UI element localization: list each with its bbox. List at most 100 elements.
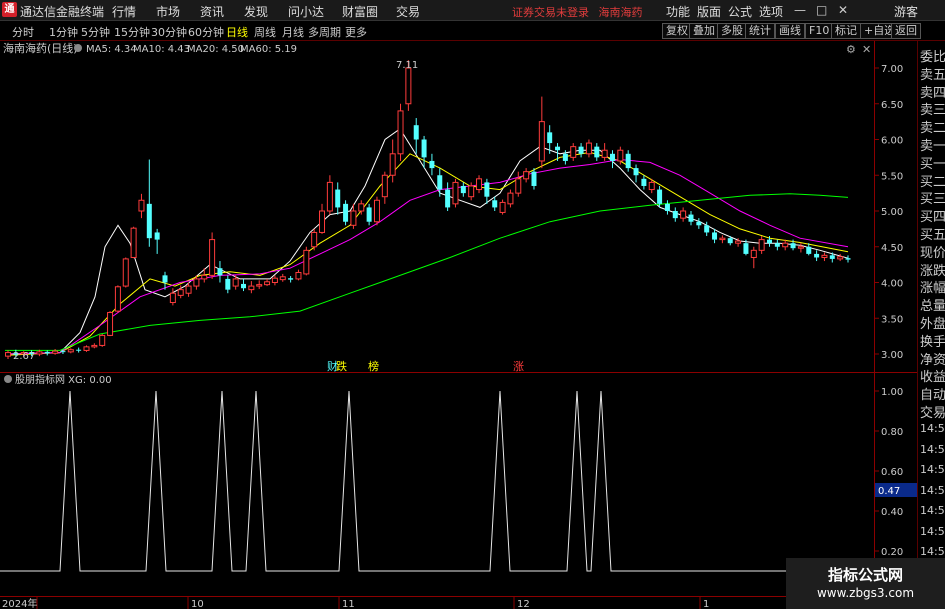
- quote-field-5: 卖一: [920, 139, 945, 154]
- period-multi[interactable]: 多周期: [308, 24, 341, 40]
- menu-wealth[interactable]: 财富圈: [342, 3, 378, 20]
- y-tick-label: 3.00: [881, 350, 903, 361]
- candle: [389, 139, 396, 183]
- quote-field-17: 净资: [920, 352, 945, 368]
- candle: [366, 203, 372, 226]
- menu-discover[interactable]: 发现: [244, 3, 268, 20]
- marker-fall[interactable]: 跌: [336, 359, 347, 373]
- menu-ask[interactable]: 问小达: [288, 3, 324, 20]
- period-tick[interactable]: 分时: [12, 24, 34, 40]
- maximize-icon[interactable]: □: [816, 3, 827, 17]
- candle: [5, 350, 11, 360]
- candle: [601, 143, 608, 161]
- candle: [373, 196, 380, 226]
- candle: [225, 275, 231, 294]
- menu-function[interactable]: 功能: [666, 3, 690, 20]
- stock-label: 海南海药(日线): [3, 41, 78, 55]
- period-5min[interactable]: 5分钟: [81, 24, 110, 40]
- period-1min[interactable]: 1分钟: [49, 24, 78, 40]
- period-toolbar: 分时 1分钟 5分钟 15分钟 30分钟 60分钟 日线 周线 月线 多周期 更…: [0, 21, 945, 41]
- candle: [91, 343, 98, 349]
- candle: [633, 164, 639, 183]
- quote-field-7: 买二: [920, 174, 945, 190]
- trade-time: 14:56: [920, 463, 945, 476]
- marker-list[interactable]: 榜: [368, 359, 379, 373]
- y-tick-label: 6.00: [881, 136, 903, 147]
- period-weekly[interactable]: 周线: [254, 24, 276, 40]
- f10-button[interactable]: F10: [805, 23, 834, 39]
- menu-options[interactable]: 选项: [759, 3, 783, 20]
- candle: [169, 288, 176, 306]
- menu-quotes[interactable]: 行情: [112, 3, 136, 20]
- minimize-icon[interactable]: —: [794, 3, 806, 17]
- menu-market[interactable]: 市场: [156, 3, 180, 20]
- candle: [44, 350, 50, 356]
- period-daily[interactable]: 日线: [226, 24, 248, 40]
- quote-field-4: 卖二: [920, 121, 945, 137]
- xg-polyline: [0, 390, 874, 572]
- candle: [484, 178, 490, 204]
- candle: [641, 175, 647, 190]
- adjust-button[interactable]: 复权: [662, 23, 692, 39]
- menu-news[interactable]: 资讯: [200, 3, 224, 20]
- x-axis-labels: 2024年 10 11 12 1: [2, 596, 709, 609]
- candle: [758, 236, 765, 254]
- candle: [114, 285, 121, 313]
- trade-time: 14:56: [920, 422, 945, 435]
- candle: [445, 182, 451, 211]
- app-window: 通 通达信金融终端 行情 市场 资讯 发现 问小达 财富圈 交易 证券交易未登录…: [0, 0, 945, 609]
- menu-formula[interactable]: 公式: [728, 3, 752, 20]
- close-chart-icon[interactable]: ✕: [862, 43, 871, 56]
- close-icon[interactable]: ✕: [838, 3, 848, 17]
- menu-trade[interactable]: 交易: [396, 3, 420, 20]
- trade-time: 14:56: [920, 524, 945, 538]
- x-label-dec: 12: [517, 599, 530, 609]
- mark-button[interactable]: 标记: [831, 23, 861, 39]
- candle: [460, 182, 466, 197]
- stats-button[interactable]: 统计: [745, 23, 775, 39]
- login-status[interactable]: 证券交易未登录 海南海药: [512, 4, 643, 20]
- multi-stock-button[interactable]: 多股: [717, 23, 747, 39]
- expand-icon[interactable]: [74, 44, 82, 52]
- candle: [217, 261, 223, 283]
- candle: [782, 239, 789, 251]
- settings-icon[interactable]: ⚙: [846, 43, 856, 56]
- y-tick-label: 4.00: [881, 279, 903, 290]
- y-tick-label: 5.50: [881, 171, 903, 182]
- sub-y-tick-label: 0.20: [881, 547, 903, 558]
- quote-field-20: 交易: [920, 406, 945, 421]
- candle: [821, 252, 828, 262]
- login-status-text: 证券交易未登录: [512, 6, 589, 19]
- candle: [99, 333, 106, 347]
- ma10-label: MA10: 4.43: [133, 44, 190, 55]
- x-label-2024: 2024年: [2, 597, 37, 609]
- low-price-label: 2.67: [13, 351, 35, 362]
- back-button[interactable]: 返回: [891, 23, 921, 39]
- period-60min[interactable]: 60分钟: [188, 24, 224, 40]
- sub-expand-icon[interactable]: [4, 375, 12, 383]
- candle: [774, 239, 780, 251]
- period-30min[interactable]: 30分钟: [151, 24, 187, 40]
- trade-time: 14:56: [920, 545, 945, 558]
- chart-area[interactable]: 海南海药(日线) MA5: 4.34 MA10: 4.43 MA20: 4.50…: [0, 41, 917, 609]
- candlesticks: [5, 60, 851, 360]
- candle: [67, 348, 74, 354]
- candle: [437, 168, 443, 197]
- period-more[interactable]: 更多: [345, 24, 367, 40]
- period-15min[interactable]: 15分钟: [114, 24, 150, 40]
- quote-field-14: 总量: [920, 299, 945, 315]
- guest-user[interactable]: 游客: [894, 3, 918, 20]
- candle: [570, 143, 577, 161]
- candle: [578, 143, 584, 158]
- candle: [326, 175, 333, 215]
- candle: [76, 347, 82, 353]
- marker-rise[interactable]: 涨: [513, 360, 524, 373]
- quote-field-3: 卖三: [920, 103, 945, 119]
- candle: [138, 193, 145, 219]
- quote-field-11: 现价: [920, 245, 945, 261]
- period-monthly[interactable]: 月线: [282, 24, 304, 40]
- candle: [288, 276, 294, 283]
- draw-button[interactable]: 画线: [775, 23, 805, 39]
- overlay-button[interactable]: 叠加: [689, 23, 719, 39]
- menu-layout[interactable]: 版面: [697, 3, 721, 20]
